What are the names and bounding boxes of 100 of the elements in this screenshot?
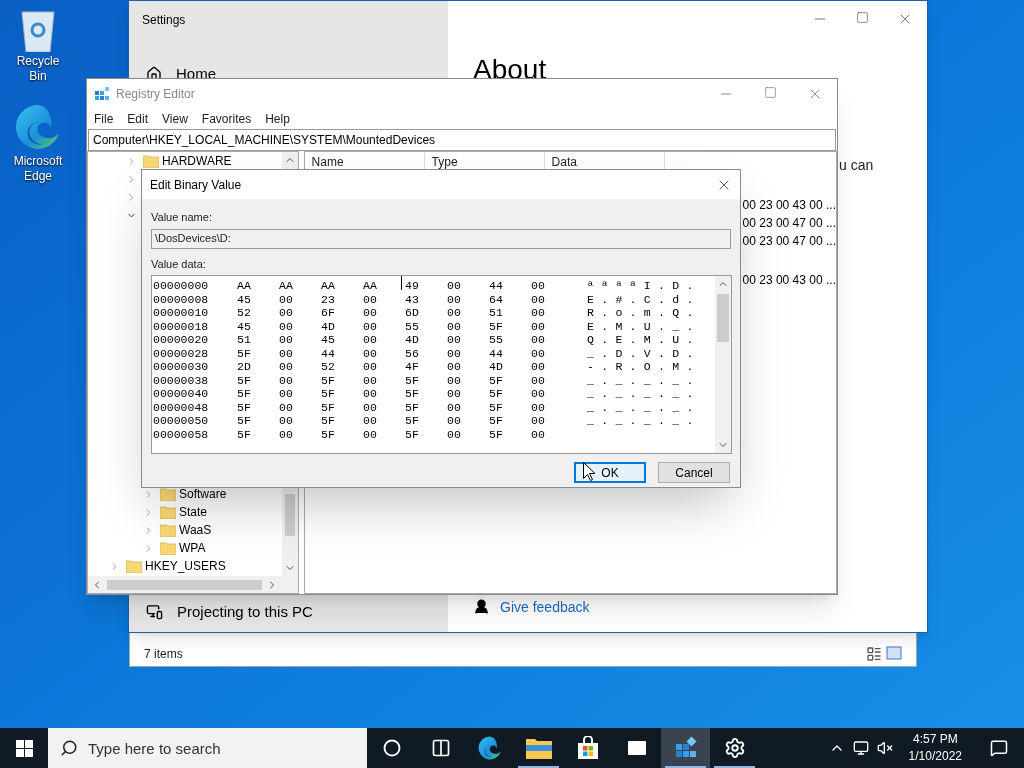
hex-byte: 51 xyxy=(489,306,503,320)
scroll-thumb[interactable] xyxy=(107,579,262,590)
hex-byte: 5F xyxy=(237,427,251,441)
hex-byte: 00 xyxy=(531,306,545,320)
menu-item[interactable]: View xyxy=(162,110,188,128)
hex-byte: 5F xyxy=(405,400,419,414)
dialog-button[interactable]: OK xyxy=(574,462,646,483)
feedback-link[interactable]: Give feedback xyxy=(500,598,590,615)
hex-byte: 4F xyxy=(405,360,419,374)
tree-item[interactable]: HKEY_USERS xyxy=(145,557,226,575)
dialog-title: Edit Binary Value xyxy=(150,176,242,194)
hex-byte: 00 xyxy=(279,346,293,360)
volume-muted-icon[interactable] xyxy=(876,740,893,756)
hex-byte: 4D xyxy=(489,360,503,374)
hex-byte: 00 xyxy=(363,306,377,320)
hex-byte: 45 xyxy=(237,319,251,333)
hex-byte: 5F xyxy=(237,346,251,360)
hex-byte: 4D xyxy=(321,319,335,333)
maximize-icon[interactable] xyxy=(856,11,869,24)
folder-icon xyxy=(160,523,176,537)
value-name-field[interactable]: \DosDevices\D: xyxy=(151,228,731,249)
hex-byte: 5F xyxy=(237,373,251,387)
table-cell-text: 00 23 00 43 00 ... xyxy=(742,197,836,214)
hex-byte: 00 xyxy=(279,306,293,320)
trash-bin-icon[interactable] xyxy=(18,8,58,52)
dialog-button[interactable]: Cancel xyxy=(658,462,730,483)
hex-byte: 00 xyxy=(363,400,377,414)
hex-byte: 5F xyxy=(237,414,251,428)
table-cell-text: 00 23 00 43 00 ... xyxy=(742,272,836,289)
hex-byte: 00 xyxy=(447,414,461,428)
hex-byte: 23 xyxy=(321,292,335,306)
hex-byte: 00 xyxy=(531,292,545,306)
folder-icon xyxy=(126,559,142,573)
network-icon[interactable] xyxy=(852,740,869,756)
hex-byte: 00 xyxy=(531,346,545,360)
hex-byte: 00 xyxy=(447,427,461,441)
hex-byte: 5F xyxy=(489,373,503,387)
scroll-thumb[interactable] xyxy=(284,494,295,536)
status-text: 7 items xyxy=(144,646,183,663)
body-text: u can xyxy=(839,156,874,175)
nav-item[interactable]: Projecting to this PC xyxy=(177,603,313,620)
hex-byte: 00 xyxy=(363,346,377,360)
address-bar[interactable]: Computer\HKEY_LOCAL_MACHINE\SYSTEM\MountedDevices xyxy=(88,129,836,151)
windows-logo-icon xyxy=(15,739,33,757)
search-field[interactable]: Type here to search xyxy=(48,728,367,768)
hex-byte: 00 xyxy=(279,333,293,347)
tree-item[interactable]: Software xyxy=(179,485,227,503)
desktop-icon-label[interactable]: Microsoft Edge xyxy=(7,154,69,184)
desktop-icon-label[interactable]: Recycle Bin xyxy=(7,54,69,84)
hex-byte: 00 xyxy=(531,427,545,441)
hex-byte: 00 xyxy=(363,387,377,401)
menu-item[interactable]: Help xyxy=(265,110,290,128)
hex-byte: 00 xyxy=(531,387,545,401)
menu-item[interactable]: File xyxy=(94,110,114,128)
tree-item[interactable]: HARDWARE xyxy=(162,152,232,170)
hex-byte: 00 xyxy=(447,346,461,360)
hex-byte: 00 xyxy=(363,292,377,306)
field-label: Value data: xyxy=(151,256,207,272)
hex-byte: 00 xyxy=(279,387,293,401)
hex-byte: 00 xyxy=(363,360,377,374)
horizontal-scrollbar[interactable] xyxy=(88,576,298,593)
shopping-bag-icon xyxy=(575,736,600,760)
tree-item[interactable]: State xyxy=(179,503,208,521)
circle-icon xyxy=(382,739,401,757)
hex-byte: 00 xyxy=(447,400,461,414)
notification-icon[interactable] xyxy=(990,739,1008,757)
hex-byte: 5F xyxy=(321,414,335,428)
hex-byte: 00 xyxy=(279,373,293,387)
hex-byte: 00 xyxy=(531,333,545,347)
hex-byte: 55 xyxy=(405,319,419,333)
hex-editor-box[interactable] xyxy=(151,275,732,454)
hex-byte: 00 xyxy=(531,279,545,293)
hex-byte: 00 xyxy=(447,360,461,374)
hex-byte: 00 xyxy=(447,306,461,320)
tree-item[interactable]: WaaS xyxy=(179,521,212,539)
hex-byte: 5F xyxy=(405,387,419,401)
table-cell-text: 00 23 00 47 00 ... xyxy=(742,215,836,232)
hex-byte: 00 xyxy=(447,387,461,401)
hex-byte: 5F xyxy=(489,400,503,414)
hex-byte: 00 xyxy=(447,373,461,387)
hex-byte: 00 xyxy=(531,319,545,333)
hex-byte: AA xyxy=(279,279,293,293)
maximize-icon[interactable] xyxy=(764,86,777,99)
folder-icon xyxy=(160,505,176,519)
hex-byte: AA xyxy=(321,279,335,293)
cubes-icon xyxy=(94,86,110,102)
hex-byte: 5F xyxy=(405,427,419,441)
menu-item[interactable]: Favorites xyxy=(201,110,252,128)
menu-item[interactable]: Edit xyxy=(127,110,149,128)
hex-byte: 00 xyxy=(447,333,461,347)
hex-byte: 5F xyxy=(489,387,503,401)
clock[interactable]: 4:57 PM 1/10/2022 xyxy=(900,731,970,765)
hex-byte: 5F xyxy=(405,373,419,387)
scroll-thumb[interactable] xyxy=(717,294,729,342)
details-view-icon[interactable] xyxy=(866,646,882,662)
field-label: Value name: xyxy=(151,210,213,225)
window-title: Registry Editor xyxy=(116,86,195,103)
hex-byte: 00 xyxy=(279,400,293,414)
tree-item[interactable]: WPA xyxy=(179,539,206,557)
vertical-scrollbar[interactable] xyxy=(715,276,731,453)
